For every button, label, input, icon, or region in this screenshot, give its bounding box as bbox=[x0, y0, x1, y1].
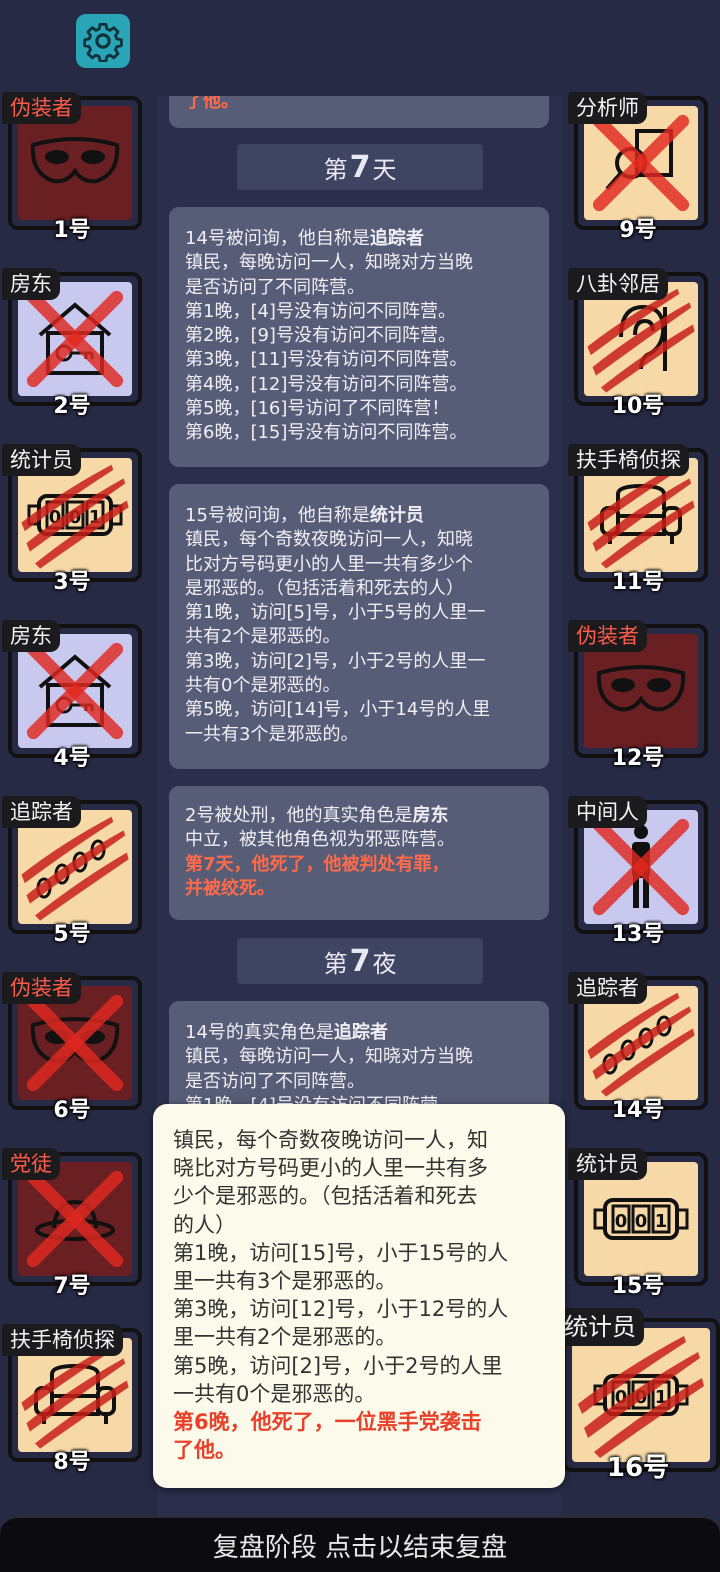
player-card-8号[interactable]: 扶手椅侦探 8号 bbox=[2, 1324, 142, 1475]
night-banner: 第7夜 bbox=[237, 938, 483, 984]
player-number: 3号 bbox=[53, 570, 91, 595]
player-role-label: 扶手椅侦探 bbox=[568, 444, 689, 476]
player-card-16号[interactable]: 001统计员 16号 bbox=[556, 1308, 720, 1483]
player-card-6号[interactable]: 伪装者 6号 bbox=[2, 972, 142, 1123]
player-number: 1号 bbox=[53, 218, 91, 243]
player-card-5号[interactable]: 追踪者 5号 bbox=[2, 796, 142, 947]
player-card-15号[interactable]: 0 0 1 统计员 15号 bbox=[568, 1148, 708, 1299]
player-role-label: 统计员 bbox=[568, 1148, 647, 1180]
player-card-4号[interactable]: 房东 4号 bbox=[2, 620, 142, 771]
log-message: 2号被处刑，他的真实角色是房东 中立，被其他角色视为邪恶阵营。 第7天，他死了，… bbox=[169, 786, 549, 920]
log-red-text: 了他。 bbox=[185, 96, 239, 112]
player-role-label: 伪装者 bbox=[2, 92, 81, 124]
player-role-label: 伪装者 bbox=[568, 620, 647, 652]
player-role-label: 统计员 bbox=[2, 444, 81, 476]
counter-icon: 001 bbox=[572, 1328, 710, 1462]
player-number: 15号 bbox=[611, 1274, 665, 1299]
player-number: 8号 bbox=[53, 1450, 91, 1475]
end-review-label: 复盘阶段 点击以结束复盘 bbox=[212, 1532, 508, 1563]
player-number: 10号 bbox=[611, 394, 665, 419]
player-number: 5号 bbox=[53, 922, 91, 947]
player-card-7号[interactable]: 党徒 7号 bbox=[2, 1148, 142, 1299]
player-card-3号[interactable]: 001统计员3号 bbox=[2, 444, 142, 595]
player-card-13号[interactable]: 中间人 13号 bbox=[568, 796, 708, 947]
end-review-button[interactable]: 复盘阶段 点击以结束复盘 bbox=[0, 1516, 720, 1572]
settings-button[interactable] bbox=[76, 14, 130, 68]
player-number: 12号 bbox=[611, 746, 665, 771]
player-number: 11号 bbox=[611, 570, 665, 595]
player-role-label: 分析师 bbox=[568, 92, 647, 124]
player-card-9号[interactable]: 分析师 9号 bbox=[568, 92, 708, 243]
player-role-label: 统计员 bbox=[556, 1308, 644, 1346]
day-banner: 第7天 bbox=[237, 144, 483, 190]
player-card-10号[interactable]: 八卦邻居 10号 bbox=[568, 268, 708, 419]
svg-text:1: 1 bbox=[655, 1211, 668, 1232]
log-message-partial: 了他。 bbox=[169, 96, 549, 128]
log-message: 14号被问询，他自称是追踪者 镇民，每晚访问一人，知晓对方当晚 是否访问了不同阵… bbox=[169, 207, 549, 467]
player-number: 2号 bbox=[53, 394, 91, 419]
player-card-11号[interactable]: 扶手椅侦探 11号 bbox=[568, 444, 708, 595]
player-number: 14号 bbox=[611, 1098, 665, 1123]
player-number: 6号 bbox=[53, 1098, 91, 1123]
player-number: 16号 bbox=[606, 1453, 670, 1483]
player-card-2号[interactable]: 房东 2号 bbox=[2, 268, 142, 419]
player-number: 13号 bbox=[611, 922, 665, 947]
player-role-label: 八卦邻居 bbox=[568, 268, 668, 300]
player-role-label: 中间人 bbox=[568, 796, 647, 828]
svg-text:0: 0 bbox=[615, 1211, 628, 1232]
player-role-label: 追踪者 bbox=[568, 972, 647, 1004]
log-message: 15号被问询，他自称是统计员 镇民，每个奇数夜晚访问一人，知晓 比对方号码更小的… bbox=[169, 484, 549, 769]
player-card-12号[interactable]: 伪装者 12号 bbox=[568, 620, 708, 771]
player-role-label: 房东 bbox=[2, 620, 60, 652]
player-role-label: 伪装者 bbox=[2, 972, 81, 1004]
role-tooltip[interactable]: 镇民，每个奇数夜晚访问一人，知 晓比对方号码更小的人里一共有多 少个是邪恶的。（… bbox=[153, 1104, 565, 1488]
player-number: 4号 bbox=[53, 746, 91, 771]
player-number: 9号 bbox=[619, 218, 657, 243]
player-role-label: 房东 bbox=[2, 268, 60, 300]
player-card-1号[interactable]: 伪装者 1号 bbox=[2, 92, 142, 243]
gear-icon bbox=[83, 22, 123, 62]
player-role-label: 党徒 bbox=[2, 1148, 60, 1180]
player-role-label: 追踪者 bbox=[2, 796, 81, 828]
svg-text:0: 0 bbox=[635, 1211, 648, 1232]
player-card-14号[interactable]: 追踪者 14号 bbox=[568, 972, 708, 1123]
player-number: 7号 bbox=[53, 1274, 91, 1299]
player-role-label: 扶手椅侦探 bbox=[2, 1324, 123, 1356]
